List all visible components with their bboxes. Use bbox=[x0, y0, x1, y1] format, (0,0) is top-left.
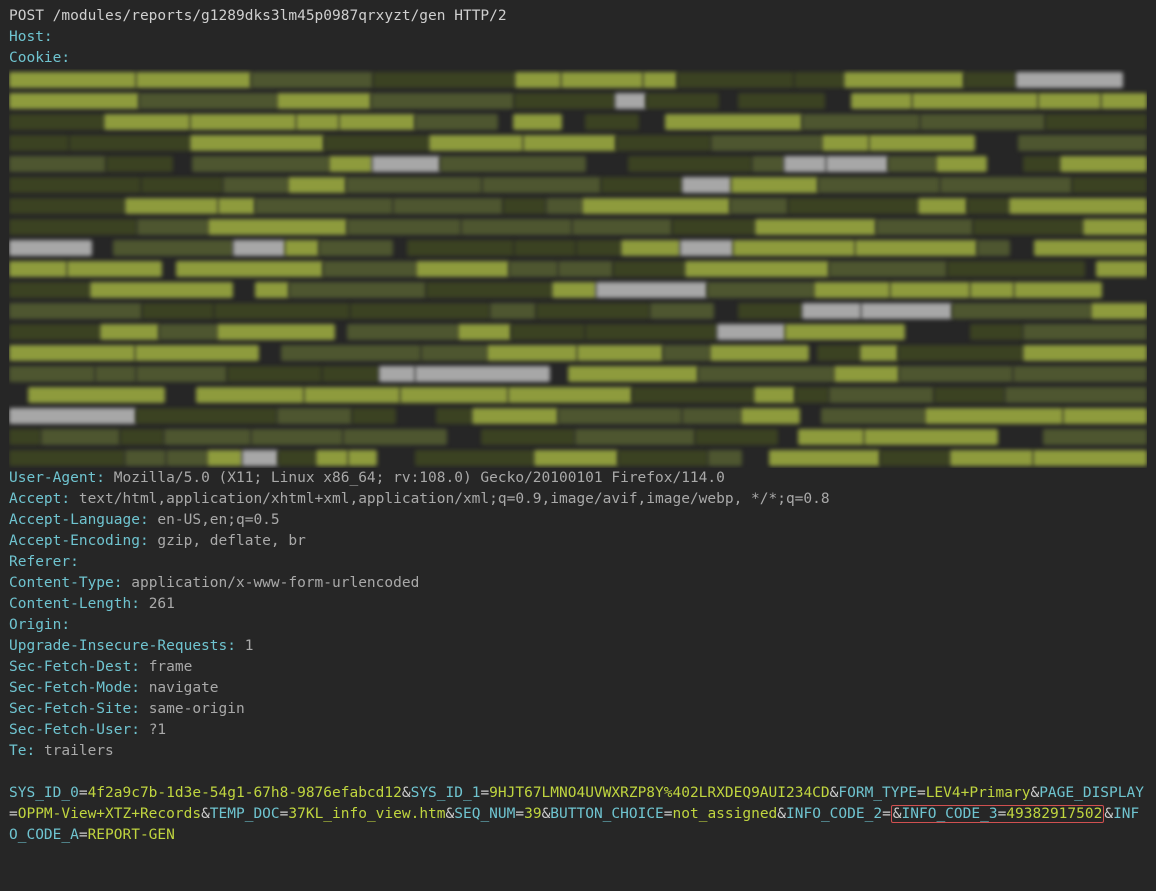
header-name: User-Agent: bbox=[9, 470, 105, 486]
header-name: Accept-Language: bbox=[9, 512, 149, 528]
header-upgrade-insecure-requests[interactable]: Upgrade-Insecure-Requests: 1 bbox=[9, 636, 1147, 657]
header-name: Content-Length: bbox=[9, 596, 140, 612]
param-value: not_assigned bbox=[673, 806, 778, 822]
header-name: Cookie: bbox=[9, 50, 70, 66]
header-name: Content-Type: bbox=[9, 575, 123, 591]
highlighted-param: &INFO_CODE_3=49382917502 bbox=[891, 805, 1105, 823]
redacted-cookie-content bbox=[9, 69, 1147, 468]
header-name: Origin: bbox=[9, 617, 70, 633]
param-key: PAGE_DISPLAY bbox=[1039, 785, 1144, 801]
param-key: SYS_ID_1 bbox=[411, 785, 481, 801]
request-body[interactable]: SYS_ID_0=4f2a9c7b-1d3e-54g1-67h8-9876efa… bbox=[9, 783, 1147, 846]
header-name: Sec-Fetch-Dest: bbox=[9, 659, 140, 675]
header-cookie[interactable]: Cookie: bbox=[9, 48, 1147, 69]
header-sec-fetch-user[interactable]: Sec-Fetch-User: ?1 bbox=[9, 720, 1147, 741]
header-sec-fetch-site[interactable]: Sec-Fetch-Site: same-origin bbox=[9, 699, 1147, 720]
param-key: INFO_CODE_2 bbox=[786, 806, 882, 822]
http-protocol: HTTP/2 bbox=[454, 8, 506, 24]
param-key: TEMP_DOC bbox=[210, 806, 280, 822]
header-value: navigate bbox=[149, 680, 219, 696]
param-value: 49382917502 bbox=[1006, 806, 1102, 822]
header-accept[interactable]: Accept: text/html,application/xhtml+xml,… bbox=[9, 489, 1147, 510]
header-host[interactable]: Host: bbox=[9, 27, 1147, 48]
param-key: SEQ_NUM bbox=[454, 806, 515, 822]
param-value: OPPM-View+XTZ+Records bbox=[18, 806, 201, 822]
request-path: /modules/reports/g1289dks3lm45p0987qrxyz… bbox=[53, 8, 446, 24]
header-sec-fetch-dest[interactable]: Sec-Fetch-Dest: frame bbox=[9, 657, 1147, 678]
header-name: Referer: bbox=[9, 554, 79, 570]
header-origin[interactable]: Origin: bbox=[9, 615, 1147, 636]
header-accept-language[interactable]: Accept-Language: en-US,en;q=0.5 bbox=[9, 510, 1147, 531]
param-value: 39 bbox=[524, 806, 541, 822]
param-key: INFO_CODE_3 bbox=[902, 806, 998, 822]
header-name: Host: bbox=[9, 29, 53, 45]
header-value: 261 bbox=[149, 596, 175, 612]
header-value: en-US,en;q=0.5 bbox=[157, 512, 279, 528]
header-value: same-origin bbox=[149, 701, 245, 717]
header-value: application/x-www-form-urlencoded bbox=[131, 575, 419, 591]
header-name: Accept-Encoding: bbox=[9, 533, 149, 549]
header-content-type[interactable]: Content-Type: application/x-www-form-url… bbox=[9, 573, 1147, 594]
param-value: LEV4+Primary bbox=[926, 785, 1031, 801]
param-key: SYS_ID_0 bbox=[9, 785, 79, 801]
param-value: 37KL_info_view.htm bbox=[288, 806, 445, 822]
header-accept-encoding[interactable]: Accept-Encoding: gzip, deflate, br bbox=[9, 531, 1147, 552]
header-value: text/html,application/xhtml+xml,applicat… bbox=[79, 491, 830, 507]
header-name: Upgrade-Insecure-Requests: bbox=[9, 638, 236, 654]
header-referer[interactable]: Referer: bbox=[9, 552, 1147, 573]
header-name: Sec-Fetch-User: bbox=[9, 722, 140, 738]
header-user-agent[interactable]: User-Agent: Mozilla/5.0 (X11; Linux x86_… bbox=[9, 468, 1147, 489]
header-te[interactable]: Te: trailers bbox=[9, 741, 1147, 762]
header-name: Sec-Fetch-Mode: bbox=[9, 680, 140, 696]
param-value: REPORT-GEN bbox=[88, 827, 175, 843]
header-value: frame bbox=[149, 659, 193, 675]
header-value: Mozilla/5.0 (X11; Linux x86_64; rv:108.0… bbox=[114, 470, 725, 486]
request-line[interactable]: POST /modules/reports/g1289dks3lm45p0987… bbox=[9, 6, 1147, 27]
header-name: Te: bbox=[9, 743, 35, 759]
http-method: POST bbox=[9, 8, 44, 24]
header-content-length[interactable]: Content-Length: 261 bbox=[9, 594, 1147, 615]
header-value: ?1 bbox=[149, 722, 166, 738]
header-value: trailers bbox=[44, 743, 114, 759]
param-key: FORM_TYPE bbox=[838, 785, 917, 801]
header-value: 1 bbox=[245, 638, 254, 654]
param-value: 9HJT67LMNO4UVWXRZP8Y%402LRXDEQ9AUI234CD bbox=[489, 785, 829, 801]
header-name: Accept: bbox=[9, 491, 70, 507]
header-sec-fetch-mode[interactable]: Sec-Fetch-Mode: navigate bbox=[9, 678, 1147, 699]
header-name: Sec-Fetch-Site: bbox=[9, 701, 140, 717]
header-value: gzip, deflate, br bbox=[157, 533, 305, 549]
param-key: BUTTON_CHOICE bbox=[550, 806, 664, 822]
param-value: 4f2a9c7b-1d3e-54g1-67h8-9876efabcd12 bbox=[88, 785, 402, 801]
